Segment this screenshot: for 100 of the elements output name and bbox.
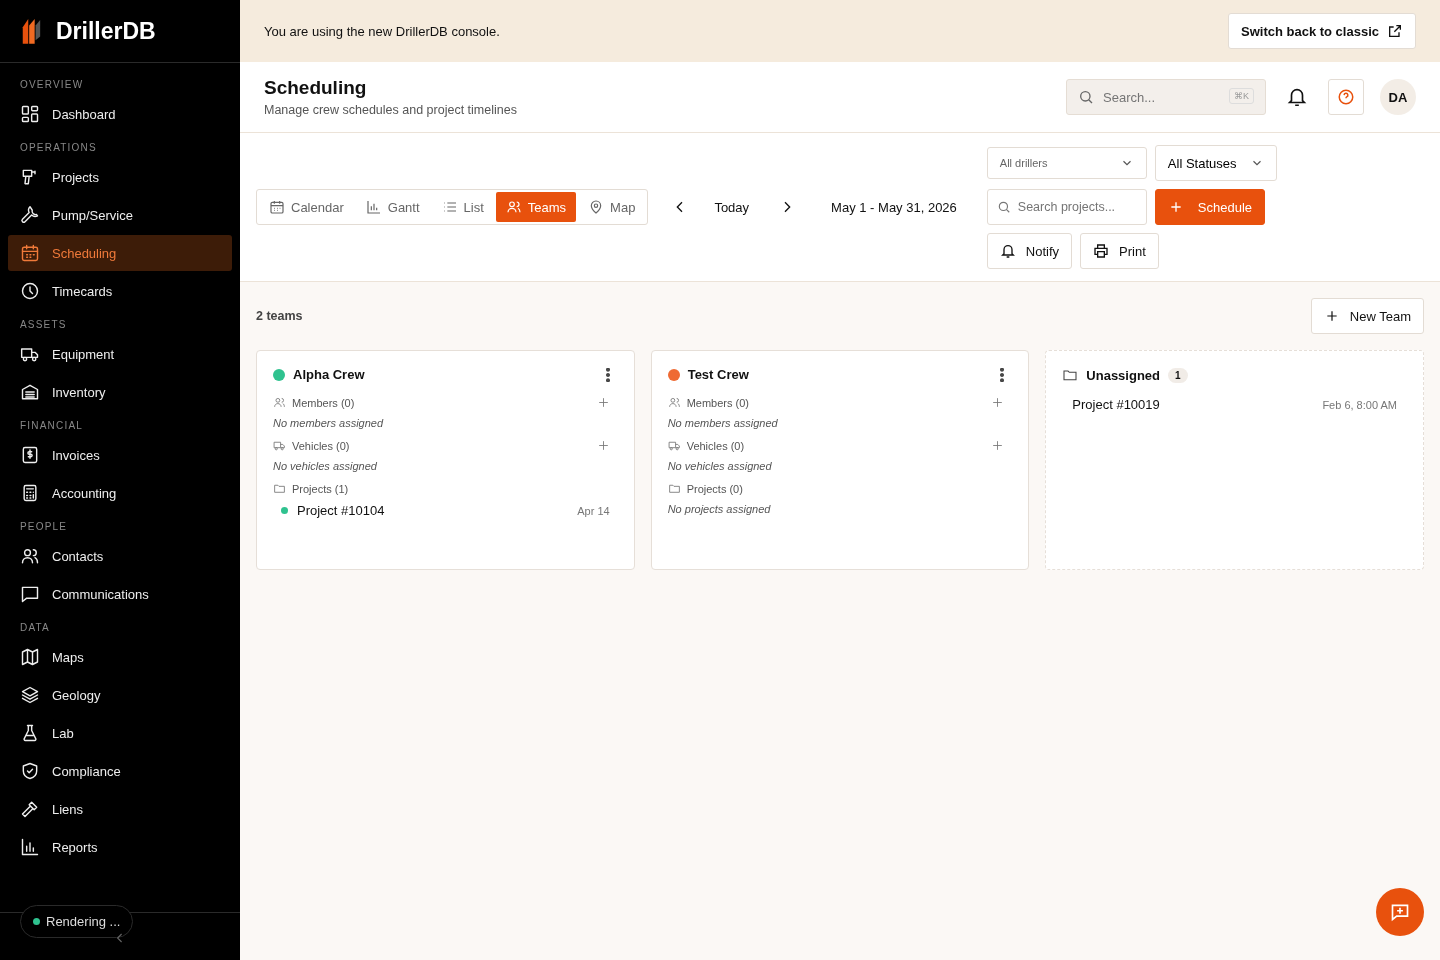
add-icon[interactable] — [991, 396, 1005, 409]
project-date: Feb 6, 8:00 AM — [1322, 398, 1397, 411]
project-row[interactable]: Project #10104 Apr 14 — [273, 503, 618, 518]
add-icon[interactable] — [596, 439, 610, 452]
nav-item[interactable]: Compliance — [8, 753, 232, 789]
list-icon — [441, 199, 458, 215]
external-link-icon — [1387, 23, 1403, 39]
layers-icon — [20, 685, 40, 705]
empty-message: No projects assigned — [667, 503, 772, 515]
nav-item[interactable]: Scheduling — [8, 235, 232, 271]
view-tab[interactable]: Teams — [495, 192, 577, 222]
more-icon[interactable] — [605, 367, 610, 382]
users-icon — [505, 199, 522, 215]
new-team-button[interactable]: New Team — [1310, 298, 1424, 334]
nav-item[interactable]: Dashboard — [8, 96, 232, 132]
nav-item[interactable]: Invoices — [8, 437, 232, 473]
wrench-icon — [20, 205, 40, 225]
add-icon[interactable] — [596, 396, 610, 409]
search-icon — [996, 200, 1011, 214]
message-icon — [20, 584, 40, 604]
users-icon — [667, 396, 681, 409]
bell-icon[interactable] — [1286, 86, 1308, 108]
shield-icon — [20, 761, 40, 781]
unassigned-title: Unassigned — [1086, 367, 1160, 383]
section-label: Vehicles (0) — [292, 439, 350, 452]
view-tab[interactable]: Gantt — [355, 192, 430, 222]
add-icon[interactable] — [991, 439, 1005, 452]
section-label: Members (0) — [292, 396, 355, 409]
status-select[interactable]: All Statuses — [1154, 145, 1278, 181]
shortcut-hint: ⌘K — [1229, 88, 1254, 104]
chevron-left-icon[interactable] — [116, 933, 124, 943]
project-row[interactable]: Project #10019 Feb 6, 8:00 AM — [1062, 397, 1407, 412]
section-label: Projects (1) — [292, 482, 349, 495]
banner-text: You are using the new DrillerDB console. — [264, 23, 500, 39]
team-name: Test Crew — [687, 367, 749, 382]
section-label: Projects (0) — [686, 482, 743, 495]
printer-icon — [1093, 243, 1110, 259]
flask-icon — [20, 723, 40, 743]
users-icon — [20, 546, 40, 566]
folder-icon — [273, 482, 286, 495]
nav-item[interactable]: Pump/Service — [8, 197, 232, 233]
nav-item[interactable]: Projects — [8, 159, 232, 195]
project-name: Project #10104 — [297, 503, 385, 518]
date-range: May 1 - May 31, 2026 — [831, 199, 957, 215]
help-icon — [1337, 88, 1355, 106]
project-search-field[interactable]: Search projects... — [986, 189, 1147, 225]
nav-item[interactable]: Maps — [8, 639, 232, 675]
user-avatar[interactable]: DA — [1380, 79, 1416, 115]
view-tab[interactable]: Map — [578, 192, 646, 222]
users-icon — [273, 396, 286, 409]
chat-icon — [1390, 902, 1410, 922]
bar-chart-icon — [20, 837, 40, 857]
project-date: Apr 14 — [577, 504, 610, 517]
calendar-icon — [269, 199, 285, 215]
map-icon — [20, 647, 40, 667]
logo-icon — [20, 16, 42, 46]
invoice-icon — [20, 445, 40, 465]
status-text: Rendering ... — [46, 914, 121, 929]
today-button[interactable]: Today — [708, 198, 756, 216]
folder-icon — [667, 482, 681, 495]
nav-item[interactable]: Contacts — [8, 538, 232, 574]
nav-item[interactable]: Communications — [8, 576, 232, 612]
empty-message: No vehicles assigned — [667, 460, 773, 472]
nav-item[interactable]: Liens — [8, 791, 232, 827]
section-label: Members (0) — [686, 396, 749, 409]
section-label: FINANCIAL — [19, 419, 85, 433]
folder-icon — [1062, 367, 1079, 383]
nav-item[interactable]: Timecards — [8, 273, 232, 309]
calculator-icon — [20, 483, 40, 503]
nav-item[interactable]: Equipment — [8, 336, 232, 372]
driller-select[interactable]: All drillers — [986, 147, 1147, 179]
schedule-button[interactable]: Schedule — [1154, 189, 1266, 225]
nav-item[interactable]: Inventory — [8, 374, 232, 410]
notify-button[interactable]: Notify — [986, 233, 1073, 269]
chat-button[interactable] — [1376, 888, 1424, 936]
help-button[interactable] — [1328, 79, 1364, 115]
cabinet-icon — [20, 382, 40, 402]
dashboard-icon — [20, 104, 40, 124]
project-name: Project #10019 — [1072, 397, 1160, 412]
nav-item[interactable]: Accounting — [8, 475, 232, 511]
count-badge: 1 — [1168, 367, 1188, 383]
bell-icon — [999, 243, 1016, 259]
more-icon[interactable] — [1000, 367, 1005, 382]
nav-item[interactable]: Reports — [8, 829, 232, 865]
empty-message: No members assigned — [273, 417, 385, 429]
team-name: Alpha Crew — [293, 367, 365, 382]
section-label: OVERVIEW — [19, 78, 85, 92]
empty-message: No vehicles assigned — [273, 460, 378, 472]
hammer-icon — [20, 799, 40, 819]
search-icon — [1078, 89, 1094, 105]
section-label: OPERATIONS — [19, 141, 98, 155]
team-count: 2 teams — [256, 309, 303, 323]
nav-item[interactable]: Lab — [8, 715, 232, 751]
brand-name: DrillerDB — [56, 17, 156, 45]
nav-item[interactable]: Geology — [8, 677, 232, 713]
switch-classic-button[interactable]: Switch back to classic — [1228, 13, 1416, 49]
view-tab[interactable]: Calendar — [259, 192, 354, 222]
section-label: Vehicles (0) — [686, 439, 745, 452]
print-button[interactable]: Print — [1080, 233, 1159, 269]
view-tab[interactable]: List — [431, 192, 494, 222]
